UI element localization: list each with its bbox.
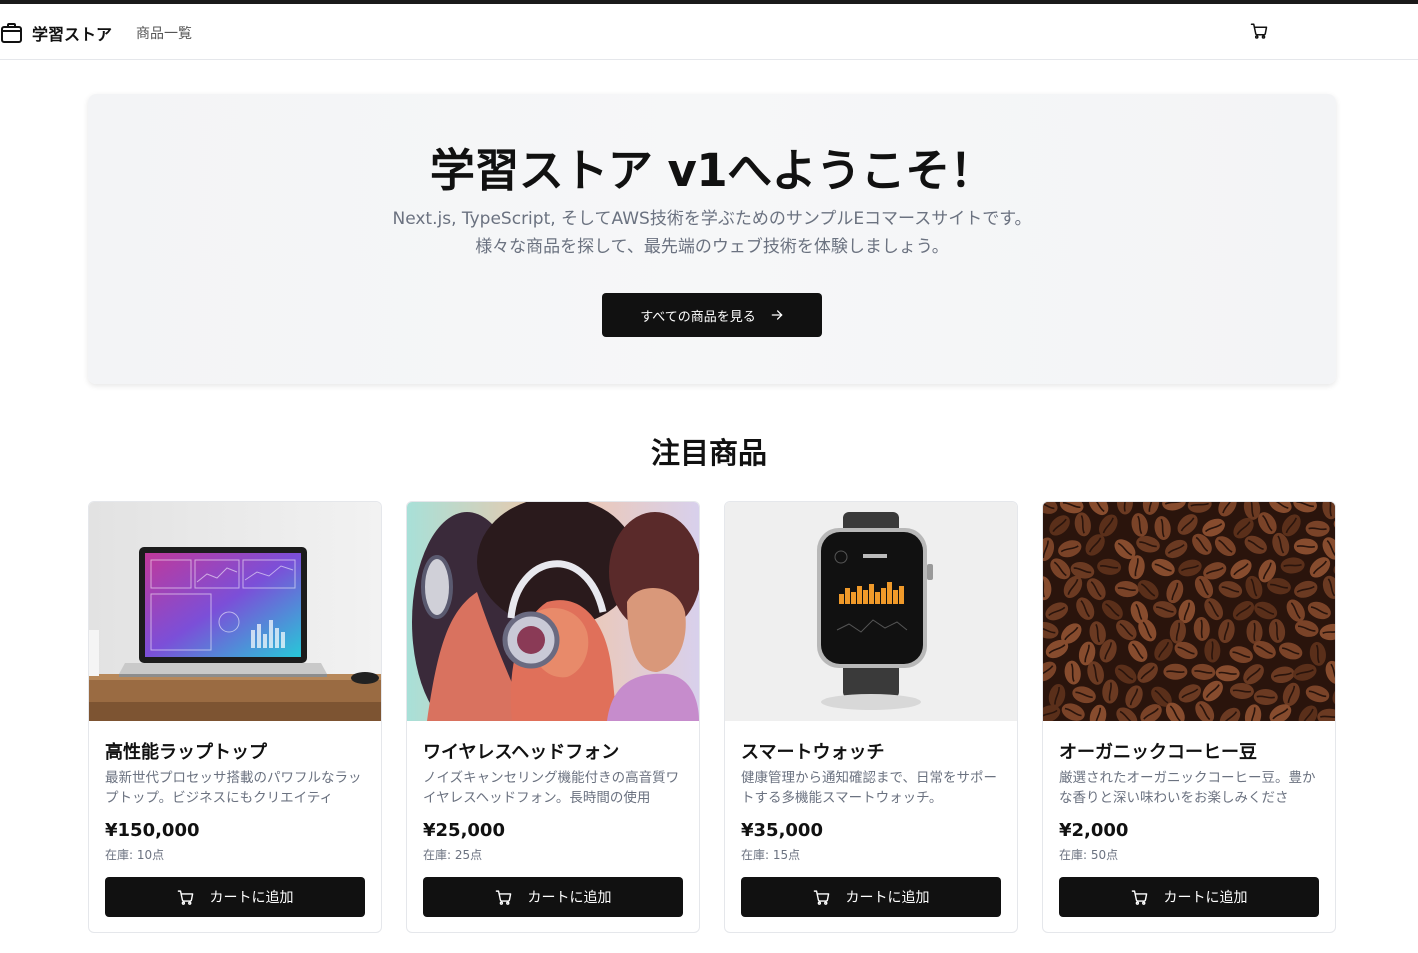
hero-subtitle-line-2: 様々な商品を探して、最先端のウェブ技術を体験しましょう。 <box>475 237 949 257</box>
add-to-cart-button[interactable]: カートに追加 <box>105 877 365 917</box>
product-price: ¥35,000 <box>741 820 823 841</box>
product-stock: 在庫: 10点 <box>105 848 165 862</box>
product-name[interactable]: 高性能ラップトップ <box>105 738 267 764</box>
view-all-products-button[interactable]: すべての商品を見る <box>602 293 822 337</box>
shopping-bag-icon <box>0 22 24 44</box>
add-to-cart-label: カートに追加 <box>1163 890 1248 906</box>
hero-subtitle-line-1: Next.js, TypeScript, そしてAWS技術を学ぶためのサンプルE… <box>392 209 1032 229</box>
product-stock: 在庫: 15点 <box>741 848 801 862</box>
product-stock: 在庫: 50点 <box>1059 848 1119 862</box>
featured-section-title: 注目商品 <box>650 436 767 470</box>
product-description: ノイズキャンセリング機能付きの高音質ワイヤレスヘッドフォン。長時間の使用 <box>423 770 680 806</box>
cart-icon <box>1250 23 1268 39</box>
product-card[interactable]: オーガニックコーヒー豆 厳選されたオーガニックコーヒー豆。豊かな香りと深い味わい… <box>1042 501 1336 933</box>
product-description: 厳選されたオーガニックコーヒー豆。豊かな香りと深い味わいをお楽しみくださ <box>1059 770 1316 806</box>
add-to-cart-button[interactable]: カートに追加 <box>1059 877 1319 917</box>
hero-banner: 学習ストア v1へようこそ！ Next.js, TypeScript, そしてA… <box>88 94 1336 384</box>
cart-icon <box>495 889 511 905</box>
product-price: ¥150,000 <box>105 820 200 841</box>
product-name[interactable]: スマートウォッチ <box>741 738 884 764</box>
product-image-laptop[interactable] <box>89 502 381 721</box>
view-all-products-label: すべての商品を見る <box>640 309 756 325</box>
add-to-cart-label: カートに追加 <box>845 890 930 906</box>
cart-icon <box>177 889 193 905</box>
nav-products-link[interactable]: 商品一覧 <box>136 23 192 43</box>
site-logo-text: 学習ストア <box>32 25 113 44</box>
product-description: 最新世代プロセッサ搭載のパワフルなラップトップ。ビジネスにもクリエイティ <box>105 770 362 806</box>
cart-icon <box>1131 889 1147 905</box>
product-price: ¥2,000 <box>1059 820 1129 841</box>
add-to-cart-label: カートに追加 <box>209 890 294 906</box>
add-to-cart-button[interactable]: カートに追加 <box>423 877 683 917</box>
product-card[interactable]: 高性能ラップトップ 最新世代プロセッサ搭載のパワフルなラップトップ。ビジネスにも… <box>88 501 382 933</box>
site-header: 学習ストア 商品一覧 <box>0 4 1418 60</box>
hero-title: 学習ストア v1へようこそ！ <box>429 144 995 197</box>
product-name[interactable]: オーガニックコーヒー豆 <box>1059 738 1257 764</box>
add-to-cart-label: カートに追加 <box>527 890 612 906</box>
product-name[interactable]: ワイヤレスヘッドフォン <box>423 738 619 764</box>
product-image-smartwatch[interactable] <box>725 502 1017 721</box>
arrow-right-icon <box>771 310 783 320</box>
product-image-headphones[interactable] <box>407 502 699 721</box>
product-card[interactable]: スマートウォッチ 健康管理から通知確認まで、日常をサポートする多機能スマートウォ… <box>724 501 1018 933</box>
add-to-cart-button[interactable]: カートに追加 <box>741 877 1001 917</box>
cart-button[interactable] <box>1250 22 1270 42</box>
site-logo-link[interactable]: 学習ストア <box>0 21 112 45</box>
product-description: 健康管理から通知確認まで、日常をサポートする多機能スマートウォッチ。 <box>741 770 997 806</box>
product-image-coffee-beans[interactable] <box>1043 502 1335 721</box>
product-stock: 在庫: 25点 <box>423 848 483 862</box>
product-card[interactable]: ワイヤレスヘッドフォン ノイズキャンセリング機能付きの高音質ワイヤレスヘッドフォ… <box>406 501 700 933</box>
cart-icon <box>813 889 829 905</box>
hero-subtitle: Next.js, TypeScript, そしてAWS技術を学ぶためのサンプルE… <box>88 205 1336 261</box>
product-price: ¥25,000 <box>423 820 505 841</box>
